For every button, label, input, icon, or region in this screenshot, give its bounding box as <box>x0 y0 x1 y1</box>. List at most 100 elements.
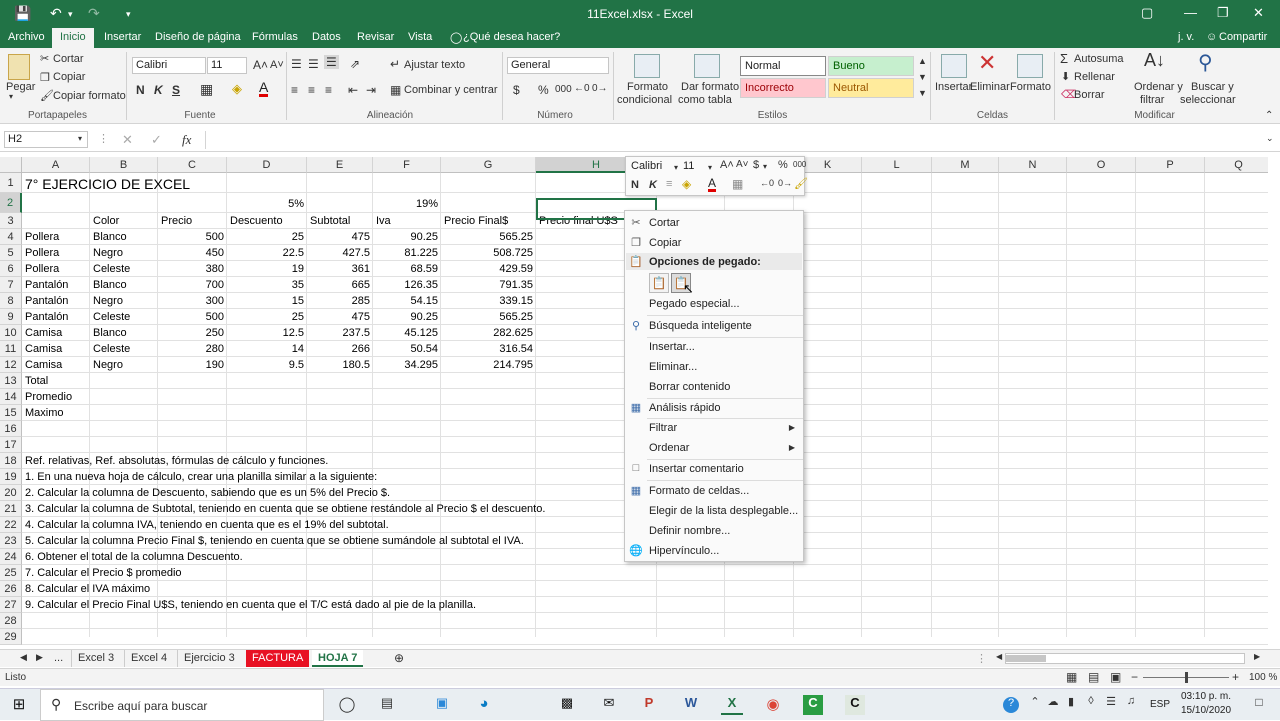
word-icon[interactable]: W <box>680 695 702 715</box>
menu-item-clear-contents[interactable]: Borrar contenido <box>649 381 730 393</box>
note-line[interactable]: 6. Obtener el total de la columna Descue… <box>25 549 243 565</box>
mini-currency-dropdown-icon[interactable]: ▾ <box>763 162 767 171</box>
store-icon[interactable]: ▩ <box>556 695 578 715</box>
format-painter-button[interactable]: Copiar formato <box>53 90 126 102</box>
mini-bold-button[interactable]: N <box>631 179 639 191</box>
find-select-icon[interactable]: ⚲ <box>1198 50 1213 75</box>
mini-font-name[interactable]: Calibri <box>628 159 680 176</box>
minimize-icon[interactable]: — <box>1184 5 1197 20</box>
currency-button[interactable]: $ <box>513 83 520 97</box>
wrap-text-button[interactable]: Ajustar texto <box>404 59 465 71</box>
note-line[interactable]: Ref. relativas, Ref. absolutas, fórmulas… <box>25 453 328 469</box>
cell-a7[interactable]: Pantalón <box>25 277 68 293</box>
column-header-d[interactable]: D <box>227 157 307 173</box>
mini-increase-decimal-icon[interactable]: ←0 <box>760 178 774 188</box>
tab-archivo[interactable]: Archivo <box>8 31 45 43</box>
app-c-icon[interactable]: C <box>803 695 823 715</box>
clear-button[interactable]: Borrar <box>1074 89 1105 101</box>
sheet-tab-factura[interactable]: FACTURA <box>246 650 310 667</box>
menu-item-insert-comment[interactable]: Insertar comentario <box>649 463 744 475</box>
row-header-8[interactable]: 8 <box>0 293 22 309</box>
column-header-f[interactable]: F <box>373 157 441 173</box>
cell-g7[interactable]: 791.35 <box>441 277 533 293</box>
menu-item-sort[interactable]: Ordenar <box>649 442 689 454</box>
header-precio[interactable]: Precio <box>161 213 192 229</box>
task-view-icon[interactable]: ▤ <box>376 695 398 715</box>
format-cells-icon[interactable] <box>1017 54 1043 78</box>
column-header-o[interactable]: O <box>1067 157 1136 173</box>
note-line[interactable]: 1. En una nueva hoja de cálculo, crear u… <box>25 469 377 485</box>
mini-decrease-font-icon[interactable]: A˅ <box>736 159 749 170</box>
cell-b12[interactable]: Negro <box>93 357 123 373</box>
cell-g12[interactable]: 214.795 <box>441 357 533 373</box>
note-line[interactable]: 8. Calcular el IVA máximo <box>25 581 150 597</box>
note-line[interactable]: 7. Calcular el Precio $ promedio <box>25 565 182 581</box>
format-cells-button[interactable]: Formato <box>1010 81 1051 93</box>
mini-fill-color-icon[interactable]: ◈ <box>682 177 691 191</box>
close-icon[interactable]: ✕ <box>1253 5 1264 21</box>
cell-d6[interactable]: 19 <box>227 261 304 277</box>
cell-g9[interactable]: 565.25 <box>441 309 533 325</box>
cell-a14-promedio[interactable]: Promedio <box>25 389 72 405</box>
sort-filter-line1[interactable]: Ordenar y <box>1134 81 1183 93</box>
cell-c4[interactable]: 500 <box>158 229 224 245</box>
column-header-e[interactable]: E <box>307 157 373 173</box>
sheet-tab-excel-3[interactable]: Excel 3 <box>71 650 120 667</box>
sort-filter-line2[interactable]: filtrar <box>1140 94 1164 106</box>
number-format-dropdown[interactable]: General <box>507 57 609 74</box>
copy-button[interactable]: Copiar <box>53 71 85 83</box>
hscroll-right-icon[interactable]: ▶ <box>1248 650 1266 667</box>
cell-f7[interactable]: 126.35 <box>373 277 438 293</box>
cell-d5[interactable]: 22.5 <box>227 245 304 261</box>
cell-f9[interactable]: 90.25 <box>373 309 438 325</box>
cell-g11[interactable]: 316.54 <box>441 341 533 357</box>
cell-b6[interactable]: Celeste <box>93 261 130 277</box>
excel-icon[interactable]: X <box>721 695 743 715</box>
row-header-26[interactable]: 26 <box>0 581 22 597</box>
thousands-button[interactable]: 000 <box>555 84 572 95</box>
row-header-17[interactable]: 17 <box>0 437 22 453</box>
menu-item-cut[interactable]: Cortar <box>649 217 680 229</box>
expand-formula-bar-icon[interactable]: ⌄ <box>1266 133 1274 144</box>
cell-a9[interactable]: Pantalón <box>25 309 68 325</box>
menu-item-delete[interactable]: Eliminar... <box>649 361 697 373</box>
align-right-icon[interactable]: ≡ <box>325 83 332 97</box>
decrease-font-icon[interactable]: A˅ <box>270 59 284 71</box>
column-header-n[interactable]: N <box>999 157 1067 173</box>
cell-a11[interactable]: Camisa <box>25 341 62 357</box>
font-color-icon[interactable]: A <box>259 80 269 97</box>
cell-b7[interactable]: Blanco <box>93 277 127 293</box>
network-icon[interactable]: ◊ <box>1080 695 1102 715</box>
sheet-tab-excel-4[interactable]: Excel 4 <box>124 650 173 667</box>
paste-option-formatting-icon[interactable]: 📋 <box>649 273 669 293</box>
column-header-q[interactable]: Q <box>1205 157 1268 173</box>
menu-item-define-name[interactable]: Definir nombre... <box>649 525 730 537</box>
mini-size-dropdown-icon[interactable]: ▾ <box>708 163 712 172</box>
cell-a15-maximo[interactable]: Maximo <box>25 405 64 421</box>
zoom-out-icon[interactable]: − <box>1131 670 1138 684</box>
column-header-g[interactable]: G <box>441 157 536 173</box>
menu-item-hyperlink[interactable]: Hipervínculo... <box>649 545 719 557</box>
cell-a13-total[interactable]: Total <box>25 373 48 389</box>
tab-revisar[interactable]: Revisar <box>357 31 394 43</box>
clock-time[interactable]: 03:10 p. m. <box>1181 691 1231 702</box>
edge-icon[interactable]: ◕ <box>473 695 495 715</box>
cell-c8[interactable]: 300 <box>158 293 224 309</box>
decrease-indent-icon[interactable]: ⇤ <box>348 83 358 97</box>
row-header-21[interactable]: 21 <box>0 501 22 517</box>
insert-cells-icon[interactable] <box>941 54 967 78</box>
autosum-button[interactable]: Autosuma <box>1074 53 1124 65</box>
borders-icon[interactable]: ▦ <box>200 81 213 98</box>
powerpoint-icon[interactable]: P <box>638 695 660 715</box>
cell-f4[interactable]: 90.25 <box>373 229 438 245</box>
header-color[interactable]: Color <box>93 213 119 229</box>
menu-item-format-cells[interactable]: Formato de celdas... <box>649 485 749 497</box>
name-box[interactable]: H2 <box>4 131 88 148</box>
mini-font-color-icon[interactable]: A <box>708 177 717 192</box>
column-header-a[interactable]: A <box>22 157 90 173</box>
clipboard-paste-icon[interactable] <box>8 54 30 80</box>
cell-f12[interactable]: 34.295 <box>373 357 438 373</box>
horizontal-scrollbar[interactable] <box>1005 653 1245 664</box>
note-line[interactable]: 9. Calcular el Precio Final U$S, teniend… <box>25 597 476 613</box>
cell-b9[interactable]: Celeste <box>93 309 130 325</box>
